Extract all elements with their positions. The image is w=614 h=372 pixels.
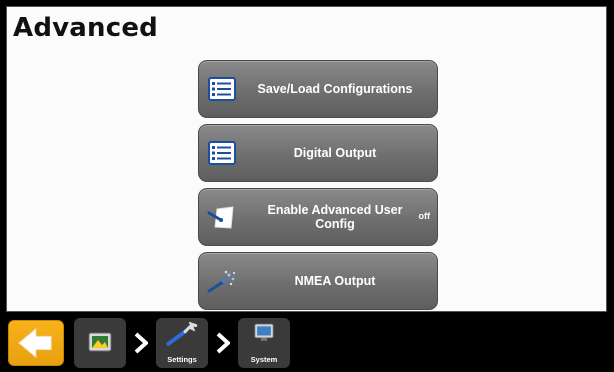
chevron-right-icon [134, 332, 148, 354]
satellite-output-icon [207, 270, 236, 293]
menu-item-label: Save/Load Configurations [257, 82, 413, 96]
back-arrow-icon [18, 327, 52, 359]
menu-item-label: Enable Advanced User Config [267, 203, 403, 231]
list-icon [208, 141, 236, 165]
menu-item-label: Digital Output [293, 146, 377, 160]
monitor-icon [254, 323, 274, 341]
content-panel: Advanced Save/Load Configurations Digita… [6, 6, 607, 312]
breadcrumb-home[interactable] [74, 318, 126, 368]
user-config-icon [207, 206, 234, 229]
wrench-icon [166, 321, 198, 346]
menu-item-label: NMEA Output [294, 274, 376, 288]
page-title: Advanced [13, 13, 158, 43]
save-load-configurations-button[interactable]: Save/Load Configurations [198, 60, 438, 118]
back-button[interactable] [8, 320, 64, 366]
breadcrumb-label: System [250, 355, 278, 364]
list-icon [208, 77, 236, 101]
screen: Advanced Save/Load Configurations Digita… [0, 0, 614, 372]
nmea-output-button[interactable]: NMEA Output [198, 252, 438, 310]
breadcrumb-system[interactable]: System [238, 318, 290, 368]
digital-output-button[interactable]: Digital Output [198, 124, 438, 182]
enable-advanced-user-config-button[interactable]: Enable Advanced User Config off [198, 188, 438, 246]
home-screen-icon [88, 332, 112, 352]
breadcrumb-settings[interactable]: Settings [156, 318, 208, 368]
chevron-right-icon [216, 332, 230, 354]
breadcrumb-label: Settings [167, 355, 197, 364]
status-badge: off [418, 211, 431, 221]
